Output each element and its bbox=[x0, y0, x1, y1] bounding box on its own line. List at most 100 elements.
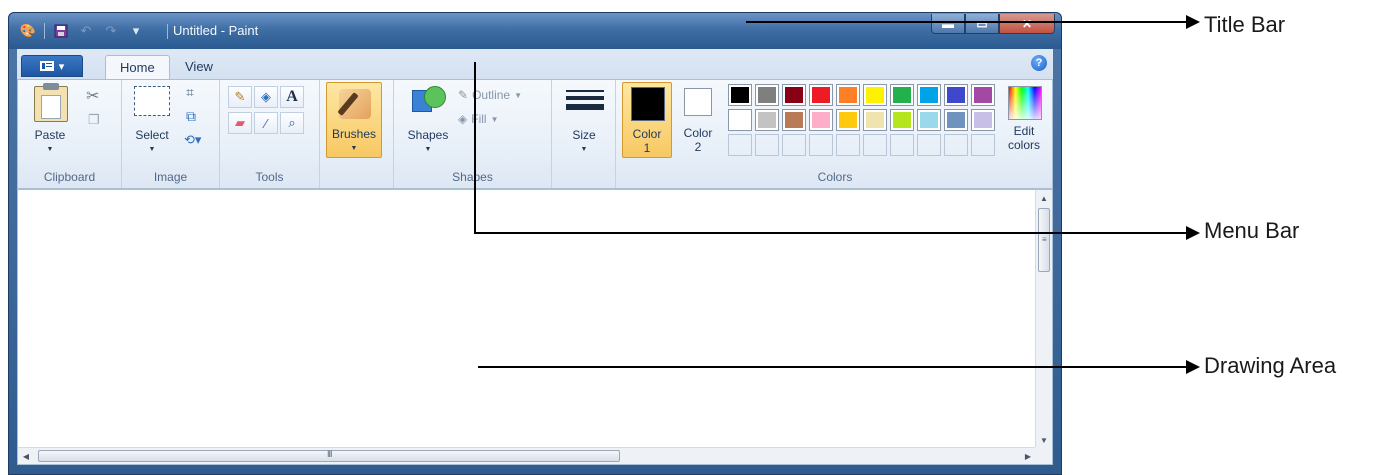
pencil-icon[interactable]: ✎ bbox=[228, 86, 252, 108]
scroll-up-icon[interactable]: ▲ bbox=[1036, 190, 1052, 206]
swatch-fill bbox=[920, 87, 938, 103]
minimize-button[interactable]: ▬ bbox=[931, 14, 965, 34]
custom-color-slot[interactable] bbox=[809, 134, 833, 156]
outline-label: Outline bbox=[472, 88, 511, 102]
redo-icon[interactable]: ↷ bbox=[102, 22, 120, 40]
palette-swatch[interactable] bbox=[782, 109, 806, 131]
palette-swatch[interactable] bbox=[728, 84, 752, 106]
save-icon[interactable] bbox=[52, 22, 70, 40]
vertical-scroll-thumb[interactable]: ≡ bbox=[1038, 208, 1050, 272]
palette-swatch[interactable] bbox=[809, 84, 833, 106]
select-button[interactable]: Select ▼ bbox=[124, 80, 180, 162]
color2-swatch bbox=[684, 88, 712, 116]
scroll-down-icon[interactable]: ▼ bbox=[1036, 432, 1052, 448]
palette-swatch[interactable] bbox=[944, 84, 968, 106]
palette-swatch[interactable] bbox=[971, 109, 995, 131]
custom-color-slot[interactable] bbox=[728, 134, 752, 156]
color-palette bbox=[728, 84, 995, 156]
size-button[interactable]: Size ▼ bbox=[552, 80, 616, 162]
close-button[interactable]: ✕ bbox=[999, 14, 1055, 34]
scroll-right-icon[interactable]: ▶ bbox=[1020, 448, 1036, 464]
paste-button[interactable]: Paste ▼ bbox=[22, 80, 78, 162]
custom-color-slot[interactable] bbox=[944, 134, 968, 156]
arrow-head-icon bbox=[1186, 226, 1200, 240]
drawing-area[interactable]: ▲ ≡ ▼ ◀ III ▶ bbox=[17, 189, 1053, 465]
maximize-button[interactable]: ▭ bbox=[965, 14, 999, 34]
chevron-down-icon: ▼ bbox=[350, 145, 358, 152]
custom-color-slot[interactable] bbox=[917, 134, 941, 156]
magnifier-icon[interactable]: ⌕ bbox=[280, 112, 304, 134]
paint-app-icon[interactable]: 🎨 bbox=[19, 22, 37, 40]
color1-button[interactable]: Color 1 bbox=[622, 82, 672, 158]
image-group-label: Image bbox=[153, 170, 188, 184]
swatch-fill bbox=[974, 87, 992, 103]
grip-icon: III bbox=[327, 449, 332, 459]
palette-swatch[interactable] bbox=[755, 84, 779, 106]
clipboard-group-label: Clipboard bbox=[43, 170, 96, 184]
image-group: Select ▼ ⌗ ⧉ ⟲▾ Image bbox=[122, 80, 220, 188]
custom-color-slot[interactable] bbox=[890, 134, 914, 156]
vertical-scrollbar[interactable]: ▲ ≡ ▼ bbox=[1035, 190, 1052, 448]
shapes-icon bbox=[412, 86, 446, 118]
title-bar[interactable]: 🎨 ↶ ↷ ▾ Untitled - Paint ▬ ▭ ✕ bbox=[9, 13, 1061, 49]
customize-qat-icon[interactable]: ▾ bbox=[127, 22, 145, 40]
window-controls: ▬ ▭ ✕ bbox=[931, 14, 1055, 34]
menu-bar-pointer-line bbox=[474, 232, 1186, 234]
arrow-head-icon bbox=[1186, 15, 1200, 29]
palette-swatch[interactable] bbox=[836, 84, 860, 106]
resize-icon[interactable]: ⧉ bbox=[186, 108, 196, 125]
help-icon[interactable]: ? bbox=[1031, 55, 1047, 71]
chevron-down-icon: ▼ bbox=[580, 146, 588, 153]
horizontal-scroll-thumb[interactable]: III bbox=[38, 449, 620, 462]
palette-swatch[interactable] bbox=[728, 109, 752, 131]
fill-icon: ◈ bbox=[458, 112, 468, 126]
palette-swatch[interactable] bbox=[890, 109, 914, 131]
copy-icon[interactable]: ❐ bbox=[88, 112, 100, 128]
custom-color-slot[interactable] bbox=[836, 134, 860, 156]
fill-bucket-icon[interactable]: ◈ bbox=[254, 86, 278, 108]
rotate-icon[interactable]: ⟲▾ bbox=[184, 132, 201, 148]
select-rectangle-icon bbox=[134, 86, 170, 116]
palette-swatch[interactable] bbox=[917, 84, 941, 106]
tab-home[interactable]: Home bbox=[105, 55, 170, 79]
palette-swatch[interactable] bbox=[863, 84, 887, 106]
tab-view[interactable]: View bbox=[171, 55, 227, 79]
drawing-area-pointer-line bbox=[478, 366, 1186, 368]
paint-menu-button[interactable]: ▾ bbox=[21, 55, 83, 77]
custom-color-slot[interactable] bbox=[782, 134, 806, 156]
palette-swatch[interactable] bbox=[809, 109, 833, 131]
text-tool-icon[interactable]: A bbox=[280, 86, 304, 108]
palette-swatch[interactable] bbox=[836, 109, 860, 131]
palette-swatch[interactable] bbox=[971, 84, 995, 106]
palette-swatch[interactable] bbox=[944, 109, 968, 131]
palette-swatch[interactable] bbox=[890, 84, 914, 106]
custom-color-slot[interactable] bbox=[971, 134, 995, 156]
brushes-button[interactable]: Brushes ▼ bbox=[326, 82, 382, 158]
color-picker-icon[interactable]: ⁄ bbox=[254, 112, 278, 134]
size-label: Size bbox=[572, 128, 596, 142]
custom-color-slot[interactable] bbox=[863, 134, 887, 156]
custom-color-slot[interactable] bbox=[755, 134, 779, 156]
color2-button[interactable]: Color 2 bbox=[674, 82, 724, 158]
fill-dropdown[interactable]: ◈ Fill ▼ bbox=[458, 112, 498, 126]
resize-grip-icon[interactable] bbox=[1035, 447, 1052, 464]
palette-swatch[interactable] bbox=[863, 109, 887, 131]
palette-swatch[interactable] bbox=[755, 109, 779, 131]
crop-icon[interactable]: ⌗ bbox=[186, 84, 194, 101]
cut-icon[interactable]: ✂ bbox=[86, 86, 99, 106]
undo-icon[interactable]: ↶ bbox=[77, 22, 95, 40]
palette-swatch[interactable] bbox=[782, 84, 806, 106]
swatch-fill bbox=[920, 112, 938, 128]
swatch-fill bbox=[785, 112, 803, 128]
scroll-left-icon[interactable]: ◀ bbox=[18, 448, 34, 464]
outline-dropdown[interactable]: ✎ Outline ▼ bbox=[458, 88, 522, 102]
horizontal-scrollbar[interactable]: ◀ III ▶ bbox=[18, 447, 1036, 464]
palette-swatch[interactable] bbox=[917, 109, 941, 131]
swatch-fill bbox=[866, 112, 884, 128]
shapes-button[interactable]: Shapes ▼ bbox=[398, 80, 454, 162]
edit-colors-button[interactable]: Edit colors bbox=[996, 80, 1052, 162]
eraser-icon[interactable]: ▰ bbox=[228, 112, 252, 134]
swatch-fill bbox=[758, 87, 776, 103]
swatch-fill bbox=[812, 87, 830, 103]
title-bar-pointer-line bbox=[746, 21, 1186, 23]
